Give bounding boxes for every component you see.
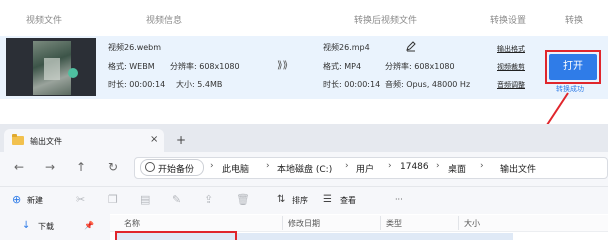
download-icon: ↓ bbox=[22, 220, 31, 231]
back-icon[interactable]: ← bbox=[14, 160, 24, 174]
column-divider[interactable] bbox=[380, 216, 381, 230]
column-type[interactable]: 类型 bbox=[386, 218, 402, 229]
crumb-users[interactable]: 用户 bbox=[356, 162, 374, 175]
new-button[interactable]: 新建 bbox=[27, 195, 43, 206]
crumb-backup[interactable]: 开始备份 bbox=[158, 162, 194, 175]
rename-icon[interactable]: ✎ bbox=[172, 193, 181, 206]
crumb-separator[interactable]: › bbox=[480, 161, 484, 171]
view-icon: ☰ bbox=[323, 194, 332, 205]
view-button[interactable]: 查看 bbox=[340, 195, 356, 206]
refresh-icon[interactable]: ↻ bbox=[108, 160, 118, 174]
column-divider[interactable] bbox=[282, 216, 283, 230]
crumb-this-pc[interactable]: 此电脑 bbox=[222, 162, 249, 175]
folder-icon bbox=[12, 134, 24, 145]
sort-icon: ⇅ bbox=[277, 194, 286, 205]
crumb-desktop[interactable]: 桌面 bbox=[448, 162, 466, 175]
sort-button[interactable]: 排序 bbox=[292, 195, 308, 206]
cut-icon[interactable]: ✂ bbox=[76, 193, 85, 206]
close-tab-icon[interactable]: × bbox=[150, 134, 158, 145]
crumb-local-disk[interactable]: 本地磁盘 (C:) bbox=[277, 162, 332, 175]
crumb-output-folder[interactable]: 输出文件 bbox=[500, 162, 536, 175]
up-icon[interactable]: ↑ bbox=[76, 160, 86, 174]
paste-icon[interactable]: ▤ bbox=[140, 193, 150, 206]
crumb-separator[interactable]: › bbox=[210, 161, 214, 171]
column-divider[interactable] bbox=[458, 216, 459, 230]
tab-title: 输出文件 bbox=[30, 137, 62, 146]
crumb-separator[interactable]: › bbox=[345, 161, 349, 171]
column-modified[interactable]: 修改日期 bbox=[288, 218, 320, 229]
column-name[interactable]: 名称 bbox=[124, 218, 140, 229]
backup-icon bbox=[145, 162, 155, 172]
file-highlight bbox=[115, 231, 237, 240]
more-options-icon[interactable]: ··· bbox=[395, 195, 403, 204]
crumb-separator[interactable]: › bbox=[388, 161, 392, 171]
new-plus-icon: ⊕ bbox=[12, 193, 22, 206]
column-size[interactable]: 大小 bbox=[464, 218, 480, 229]
add-tab-icon[interactable]: + bbox=[176, 133, 186, 147]
forward-icon[interactable]: → bbox=[45, 160, 55, 174]
tab-output-folder[interactable] bbox=[4, 129, 164, 152]
share-icon[interactable]: ⇪ bbox=[204, 193, 213, 206]
file-list-header bbox=[110, 215, 608, 232]
delete-icon[interactable]: 🗑 bbox=[236, 193, 250, 206]
crumb-separator[interactable]: › bbox=[436, 161, 440, 171]
sidebar-item-downloads[interactable]: 下载 bbox=[38, 221, 54, 232]
crumb-user-id[interactable]: 17486 bbox=[400, 162, 429, 172]
pin-icon: 📌 bbox=[84, 221, 94, 230]
crumb-separator[interactable]: › bbox=[266, 161, 270, 171]
copy-icon[interactable]: ❐ bbox=[108, 193, 118, 206]
